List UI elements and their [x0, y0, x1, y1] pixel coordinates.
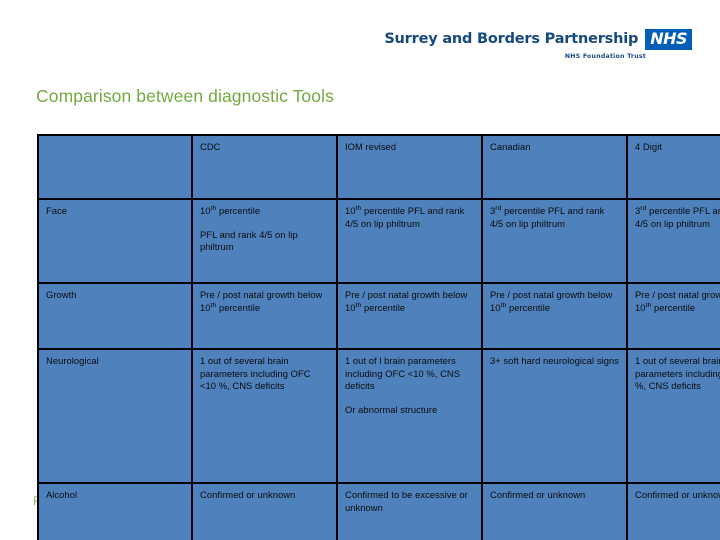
table-row-growth: Growth Pre / post natal growth below 10t… [37, 282, 720, 350]
cell-growth-iom-line1: Pre / post natal growth below 10th perce… [345, 289, 474, 314]
cell-face-iom-line1: 10th percentile PFL and rank 4/5 on lip … [345, 205, 474, 230]
cell-growth-4-digit: Pre / post natal growth below 10th perce… [626, 282, 720, 350]
diagnostic-tools-table: CDC IOM revised Canadian 4 Digit Face 10… [37, 134, 720, 540]
cell-alcohol-iom-line1: Confirmed to be excessive or unknown [345, 489, 468, 513]
cell-face-cdc: 10th percentile PFL and rank 4/5 on lip … [191, 198, 338, 284]
cell-neuro-canadian: 3+ soft hard neurological signs [481, 348, 628, 484]
cell-face-iom: 10th percentile PFL and rank 4/5 on lip … [336, 198, 483, 284]
row-label-face: Face [37, 198, 193, 284]
cell-neuro-iom-line1: 1 out of l brain parameters including OF… [345, 355, 461, 391]
cell-face-canadian: 3rd percentile PFL and rank 4/5 on lip p… [481, 198, 628, 284]
growth-cdc-suffix: percentile [216, 301, 261, 313]
cell-face-canadian-line1: 3rd percentile PFL and rank 4/5 on lip p… [490, 205, 619, 230]
face-iom-rest: percentile PFL and rank 4/5 on lip philt… [345, 205, 465, 229]
face-cdc-rest: percentile [216, 205, 261, 216]
cell-neuro-canadian-line1: 3+ soft hard neurological signs [490, 355, 619, 366]
cell-growth-iom: Pre / post natal growth below 10th perce… [336, 282, 483, 350]
logo-row: Surrey and Borders Partnership NHS [384, 29, 692, 50]
logo-subtitle-text: NHS Foundation Trust [564, 53, 646, 60]
cell-alcohol-iom: Confirmed to be excessive or unknown [336, 482, 483, 540]
growth-canadian-suffix: percentile [506, 301, 551, 313]
face-iom-base: 10 [345, 205, 356, 216]
cell-alcohol-4-digit: Confirmed or unknown [626, 482, 720, 540]
header-cell-canadian: Canadian [481, 134, 628, 200]
trust-name-text: Surrey and Borders Partnership [384, 31, 639, 48]
row-label-growth: Growth [37, 282, 193, 350]
row-label-alcohol: Alcohol [37, 482, 193, 540]
table-row-alcohol: Alcohol Confirmed or unknown Confirmed t… [37, 482, 720, 540]
table-row-face: Face 10th percentile PFL and rank 4/5 on… [37, 198, 720, 284]
cell-growth-cdc-line1: Pre / post natal growth below 10th perce… [200, 289, 329, 314]
cell-face-4digit-line1: 3rd percentile PFL and rank 4/5 on lip p… [635, 205, 720, 230]
header-cell-iom-revised: IOM revised [336, 134, 483, 200]
cell-face-cdc-line1: 10th percentile [200, 205, 329, 218]
cell-growth-cdc: Pre / post natal growth below 10th perce… [191, 282, 338, 350]
cell-alcohol-canadian: Confirmed or unknown [481, 482, 628, 540]
cell-neuro-4-digit: 1 out of several brain parameters includ… [626, 348, 720, 484]
header-cell-blank [37, 134, 193, 200]
cell-growth-canadian-line1: Pre / post natal growth below 10th perce… [490, 289, 619, 314]
cell-face-cdc-line2: PFL and rank 4/5 on lip philtrum [200, 228, 298, 253]
cell-alcohol-cdc-line1: Confirmed or unknown [200, 489, 296, 500]
cell-face-4-digit: 3rd percentile PFL and rank 4/5 on lip p… [626, 198, 720, 284]
cell-growth-4digit-line1: Pre / post natal growth below 10th perce… [635, 289, 720, 314]
cell-alcohol-cdc: Confirmed or unknown [191, 482, 338, 540]
cell-neuro-cdc: 1 out of several brain parameters includ… [191, 348, 338, 484]
table-row-neurological: Neurological 1 out of several brain para… [37, 348, 720, 484]
face-canadian-rest: percentile PFL and rank 4/5 on lip philt… [490, 205, 605, 229]
table-header-row: CDC IOM revised Canadian 4 Digit [37, 134, 720, 200]
nhs-badge-icon: NHS [645, 29, 692, 50]
cell-growth-canadian: Pre / post natal growth below 10th perce… [481, 282, 628, 350]
cell-neuro-cdc-line1: 1 out of several brain parameters includ… [200, 355, 311, 391]
cell-alcohol-4digit-line1: Confirmed or unknown [635, 489, 720, 500]
slide-canvas: Surrey and Borders Partnership NHS NHS F… [0, 0, 720, 540]
page-title: Comparison between diagnostic Tools [36, 86, 334, 106]
cell-alcohol-canadian-line1: Confirmed or unknown [490, 489, 586, 500]
growth-iom-suffix: percentile [361, 301, 406, 313]
header-cell-4-digit: 4 Digit [626, 134, 720, 200]
face-cdc-base: 10 [200, 205, 211, 216]
row-label-neurological: Neurological [37, 348, 193, 484]
growth-4digit-suffix: percentile [651, 301, 696, 313]
cell-neuro-4digit-line1: 1 out of several brain parameters includ… [635, 355, 720, 391]
nhs-logo: Surrey and Borders Partnership NHS NHS F… [384, 29, 692, 60]
header-cell-cdc: CDC [191, 134, 338, 200]
cell-neuro-iom-line2: Or abnormal structure [345, 403, 438, 415]
face-4digit-rest: percentile PFL and rank 4/5 on lip philt… [635, 205, 720, 229]
cell-neuro-iom: 1 out of l brain parameters including OF… [336, 348, 483, 484]
